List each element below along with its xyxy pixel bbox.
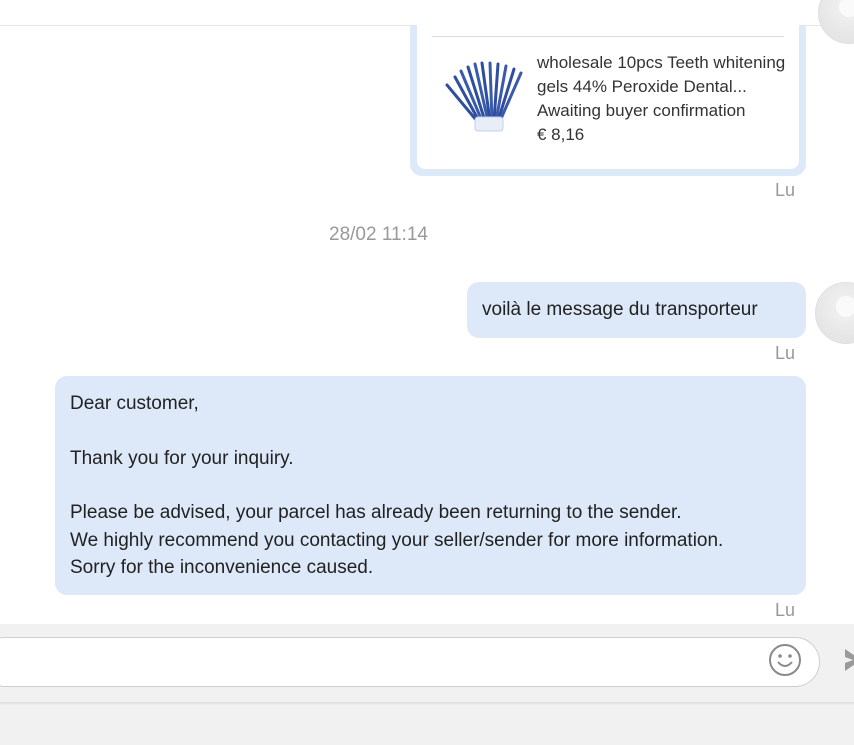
message-sender-label: Lu: [775, 343, 796, 363]
message-sender-label: Lu: [775, 600, 796, 620]
product-message-card[interactable]: wholesale 10pcs Teeth whitening gels 44%…: [410, 25, 806, 176]
smiley-icon[interactable]: [768, 643, 802, 677]
product-card-body[interactable]: wholesale 10pcs Teeth whitening gels 44%…: [417, 25, 799, 169]
divider: [0, 702, 854, 705]
avatar: [818, 0, 854, 44]
forwarded-message-bubble: Dear customer, Thank you for your inquir…: [55, 376, 806, 595]
avatar: [815, 282, 854, 344]
message-line: Please be advised, your parcel has alrea…: [70, 502, 682, 523]
message-timestamp: 28/02 11:14: [329, 224, 428, 245]
composer-area: [0, 624, 854, 745]
message-line: We highly recommend you contacting your …: [70, 529, 724, 551]
message-text: voilà le message du transporteur: [482, 299, 758, 320]
message-sender-label: Lu: [775, 180, 796, 200]
message-line: Thank you for your inquiry.: [70, 447, 294, 469]
product-price: € 8,16: [537, 125, 585, 144]
send-icon[interactable]: [843, 647, 854, 673]
message-input[interactable]: [0, 637, 820, 687]
divider: [432, 36, 784, 37]
message-line: Dear customer,: [70, 393, 199, 414]
outgoing-message-bubble: voilà le message du transporteur: [467, 282, 806, 338]
product-title-link[interactable]: wholesale 10pcs Teeth whitening gels 44%…: [537, 51, 789, 99]
message-line: Sorry for the inconvenience caused.: [70, 557, 374, 578]
product-thumbnail-image[interactable]: [435, 59, 531, 139]
order-status-text: Awaiting buyer confirmation: [537, 101, 746, 120]
chat-header: [0, 0, 854, 26]
